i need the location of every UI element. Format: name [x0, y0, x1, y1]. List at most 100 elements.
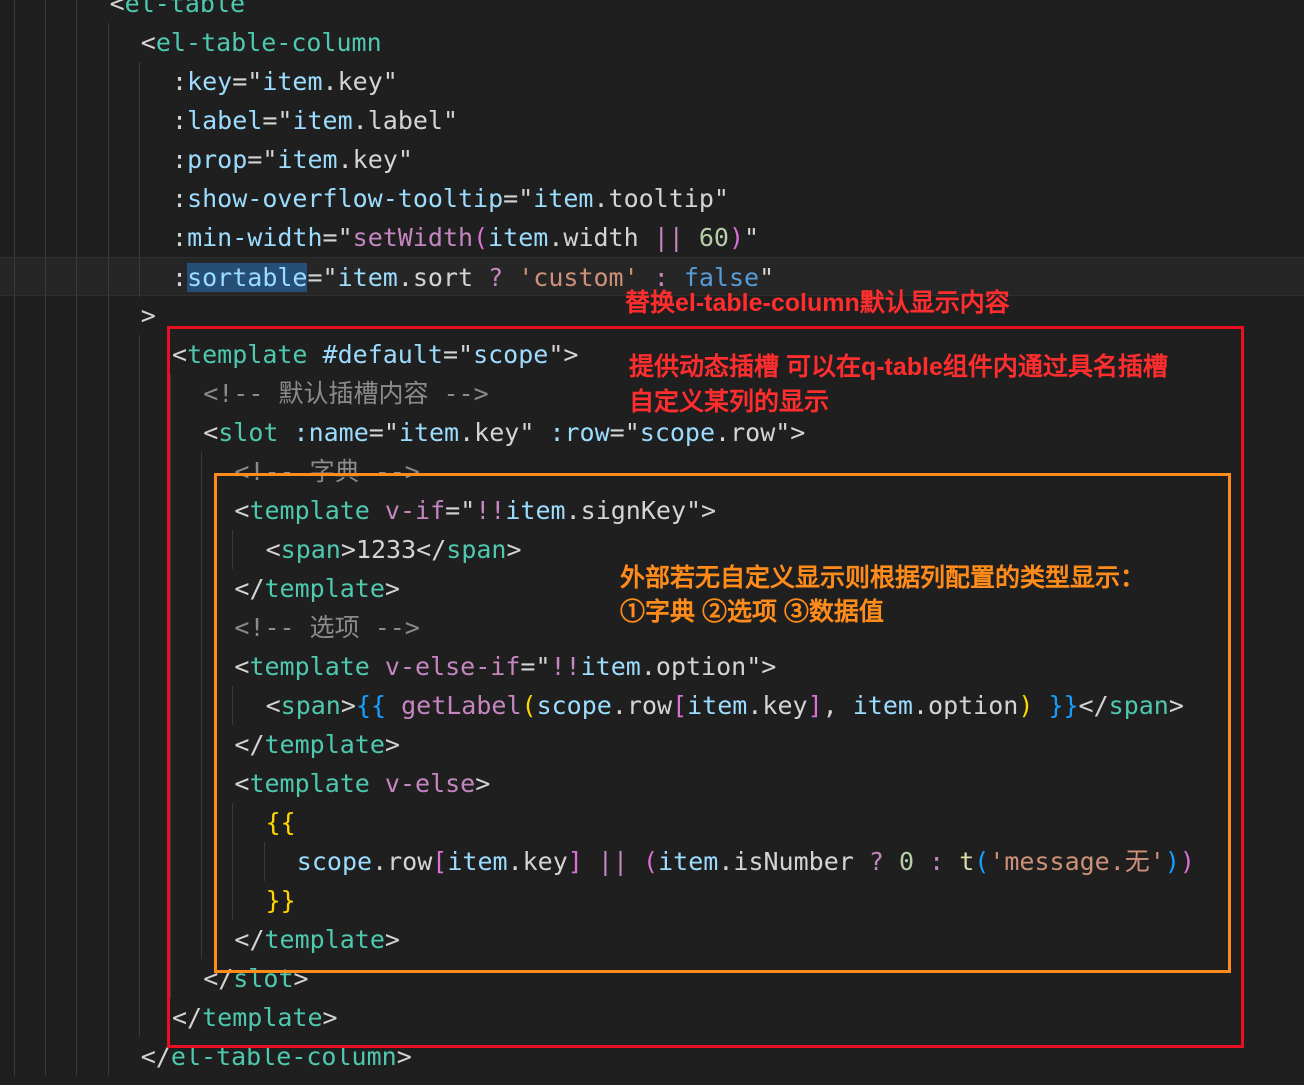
- annotation-fallback-line1: 外部若无自定义显示则根据列配置的类型显示：: [620, 564, 1146, 592]
- code-line[interactable]: :min-width="setWidth(item.width || 60)": [0, 218, 1304, 257]
- indent-guide: [14, 803, 15, 842]
- indent-guide: [45, 101, 47, 140]
- indent-guide: [76, 998, 78, 1037]
- code-content: :show-overflow-tooltip="item.tooltip": [172, 179, 729, 218]
- code-token: ": [713, 184, 729, 213]
- code-token: item: [262, 67, 323, 96]
- code-token: key: [337, 67, 383, 96]
- indent-guide: [107, 101, 109, 140]
- code-token: =": [322, 223, 353, 252]
- code-line[interactable]: <el-table-column: [0, 23, 1304, 62]
- code-token: sort: [412, 263, 489, 292]
- code-line[interactable]: :prop="item.key": [0, 140, 1304, 179]
- code-token: =": [247, 145, 278, 174]
- indent-guide: [138, 101, 140, 140]
- code-token: setWidth: [352, 223, 474, 252]
- code-token: .: [322, 67, 338, 96]
- code-token: show-overflow-tooltip: [187, 184, 504, 213]
- code-token: ||: [653, 223, 684, 252]
- indent-guide: [76, 881, 78, 920]
- indent-guide: [76, 569, 78, 608]
- code-token: .: [397, 263, 413, 292]
- indent-guide: [14, 413, 15, 452]
- indent-guide: [107, 764, 109, 803]
- code-content: :prop="item.key": [172, 140, 413, 179]
- indent-guide: [14, 842, 15, 881]
- indent-guide: [45, 647, 47, 686]
- indent-guide: [76, 842, 78, 881]
- indent-guide: [138, 413, 140, 452]
- indent-guide: [138, 335, 140, 374]
- indent-guide: [76, 0, 78, 23]
- indent-guide: [76, 803, 78, 842]
- indent-guide: [76, 608, 78, 647]
- indent-guide: [107, 452, 109, 491]
- indent-guide: [14, 881, 15, 920]
- indent-guide: [76, 413, 78, 452]
- indent-guide: [14, 296, 15, 335]
- indent-guide: [45, 0, 47, 23]
- annotation-box-orange: [214, 473, 1231, 973]
- indent-guide: [138, 842, 140, 881]
- code-line[interactable]: :label="item.label": [0, 101, 1304, 140]
- code-line[interactable]: :key="item.key": [0, 62, 1304, 101]
- indent-guide: [138, 686, 140, 725]
- code-token: tooltip: [608, 184, 714, 213]
- indent-guide: [45, 608, 47, 647]
- indent-guide: [45, 998, 47, 1037]
- indent-guide: [45, 413, 47, 452]
- code-content: <el-table: [110, 0, 245, 23]
- code-token: ?: [488, 263, 504, 292]
- code-token: >: [140, 301, 156, 330]
- indent-guide: [138, 998, 140, 1037]
- code-token: item: [292, 106, 353, 135]
- indent-guide: [76, 296, 78, 335]
- indent-guide: [45, 62, 47, 101]
- indent-guide: [14, 374, 15, 413]
- indent-guide: [76, 452, 78, 491]
- indent-guide: [107, 920, 109, 959]
- indent-guide: [107, 140, 109, 179]
- indent-guide: [138, 608, 140, 647]
- indent-guide: [107, 725, 109, 764]
- indent-guide: [107, 491, 109, 530]
- indent-guide: [76, 764, 78, 803]
- code-content: <el-table-column: [141, 23, 382, 62]
- code-token: sortable: [187, 263, 308, 292]
- indent-guide: [14, 101, 15, 140]
- indent-guide: [45, 725, 47, 764]
- indent-guide: [138, 920, 140, 959]
- code-token: :: [172, 145, 188, 174]
- indent-guide: [76, 647, 78, 686]
- code-token: el-table: [124, 0, 246, 18]
- indent-guide: [14, 218, 15, 257]
- code-token: item: [533, 184, 594, 213]
- indent-guide: [14, 258, 15, 297]
- indent-guide: [14, 686, 15, 725]
- indent-guide: [76, 140, 78, 179]
- indent-guide: [138, 881, 140, 920]
- indent-guide: [107, 179, 109, 218]
- code-token: (: [473, 223, 489, 252]
- indent-guide: [138, 647, 140, 686]
- annotation-dynamic-slot-line2: 自定义某列的显示: [629, 388, 830, 416]
- indent-guide: [76, 258, 78, 297]
- indent-guide: [45, 335, 47, 374]
- indent-guide: [138, 569, 140, 608]
- indent-guide: [14, 725, 15, 764]
- indent-guide: [14, 0, 15, 23]
- code-token: item: [337, 263, 398, 292]
- indent-guide: [45, 1037, 47, 1076]
- code-line[interactable]: <el-table: [0, 0, 1304, 23]
- indent-guide: [138, 725, 140, 764]
- indent-guide: [138, 764, 140, 803]
- indent-guide: [76, 179, 78, 218]
- indent-guide: [45, 530, 47, 569]
- indent-guide: [107, 803, 109, 842]
- code-line[interactable]: :show-overflow-tooltip="item.tooltip": [0, 179, 1304, 218]
- indent-guide: [45, 881, 47, 920]
- indent-guide: [107, 335, 109, 374]
- code-token: label: [367, 106, 443, 135]
- annotation-fallback-line2: ①字典 ②选项 ③数据值: [620, 598, 884, 626]
- indent-guide: [138, 491, 140, 530]
